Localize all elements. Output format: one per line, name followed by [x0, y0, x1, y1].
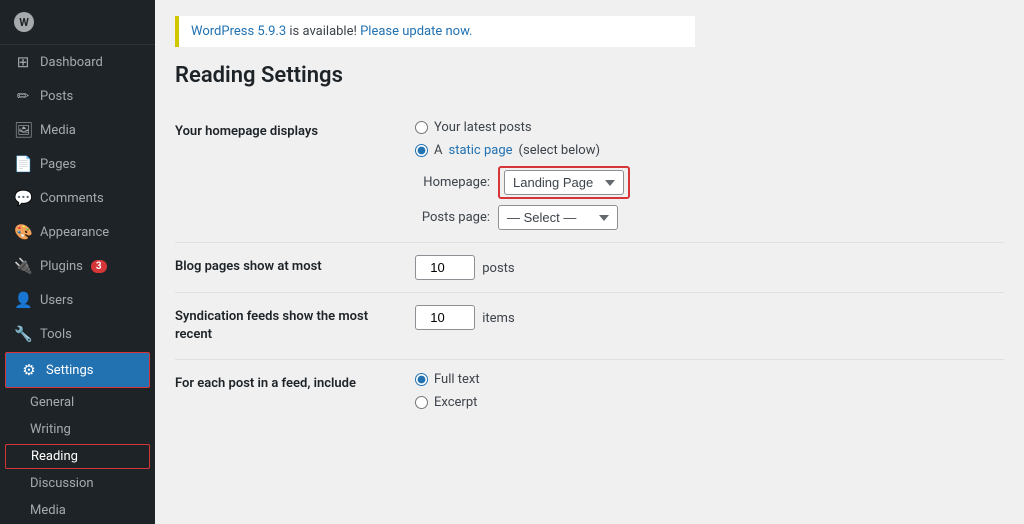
sidebar-item-label: Settings	[46, 363, 93, 378]
page-selects: Homepage: Landing Page Posts page: — Sel…	[415, 166, 994, 230]
latest-posts-option[interactable]: Your latest posts	[415, 120, 994, 135]
latest-posts-label: Your latest posts	[434, 120, 532, 135]
comments-icon: 💬	[14, 189, 32, 207]
static-page-suffix: (select below)	[519, 143, 600, 158]
wp-icon: W	[14, 12, 34, 32]
sidebar-item-comments[interactable]: 💬 Comments	[0, 181, 155, 215]
syndication-suffix: items	[482, 311, 514, 326]
homepage-displays-row: Your homepage displays Your latest posts…	[175, 108, 1004, 243]
feed-include-field: Full text Excerpt	[405, 360, 1004, 423]
settings-form-table: Your homepage displays Your latest posts…	[175, 108, 1004, 422]
version-link[interactable]: WordPress 5.9.3	[191, 24, 286, 39]
full-text-radio[interactable]	[415, 373, 428, 386]
page-title: Reading Settings	[175, 63, 1004, 88]
feed-include-row: For each post in a feed, include Full te…	[175, 360, 1004, 423]
blog-pages-input[interactable]	[415, 255, 475, 280]
plugins-badge: 3	[91, 260, 107, 273]
sidebar-item-label: Plugins	[40, 259, 83, 274]
blog-pages-suffix: posts	[482, 261, 514, 276]
static-page-prefix: A	[434, 143, 442, 158]
posts-page-field-row: Posts page: — Select —	[415, 205, 994, 230]
site-logo[interactable]: W	[0, 0, 155, 45]
appearance-icon: 🎨	[14, 223, 32, 241]
pages-icon: 📄	[14, 155, 32, 173]
excerpt-label: Excerpt	[434, 395, 477, 410]
homepage-radio-group: Your latest posts A static page (select …	[415, 120, 994, 158]
homepage-displays-label: Your homepage displays	[175, 108, 405, 243]
sidebar-sub-writing[interactable]: Writing	[0, 416, 155, 443]
settings-sub-nav: General Writing Reading Discussion Media…	[0, 389, 155, 524]
sidebar-sub-reading[interactable]: Reading	[5, 444, 150, 469]
syndication-field: items	[405, 293, 1004, 360]
syndication-label: Syndication feeds show the most recent	[175, 293, 405, 360]
blog-pages-field: posts	[405, 243, 1004, 293]
syndication-feeds-row: Syndication feeds show the most recent i…	[175, 293, 1004, 360]
homepage-field-row: Homepage: Landing Page	[415, 166, 994, 199]
latest-posts-radio[interactable]	[415, 121, 428, 134]
sidebar-sub-general[interactable]: General	[0, 389, 155, 416]
static-page-link[interactable]: static page	[448, 143, 512, 158]
users-icon: 👤	[14, 291, 32, 309]
posts-icon: ✏	[14, 87, 32, 105]
sidebar-item-label: Tools	[40, 327, 72, 342]
homepage-displays-field: Your latest posts A static page (select …	[405, 108, 1004, 243]
homepage-select-wrapper: Landing Page	[498, 166, 630, 199]
plugins-icon: 🔌	[14, 257, 32, 275]
feed-include-label: For each post in a feed, include	[175, 360, 405, 423]
sidebar-item-label: Posts	[40, 89, 73, 104]
sidebar-item-pages[interactable]: 📄 Pages	[0, 147, 155, 181]
feed-radio-group: Full text Excerpt	[415, 372, 994, 410]
static-page-radio[interactable]	[415, 144, 428, 157]
sidebar-item-media[interactable]: 🖼 Media	[0, 113, 155, 147]
media-icon: 🖼	[14, 121, 32, 139]
homepage-select[interactable]: Landing Page	[504, 170, 624, 195]
settings-icon: ⚙	[20, 361, 38, 379]
sidebar-item-label: Comments	[40, 191, 104, 206]
blog-pages-row: Blog pages show at most posts	[175, 243, 1004, 293]
update-notice: WordPress 5.9.3 is available! Please upd…	[175, 16, 695, 47]
sidebar-item-posts[interactable]: ✏ Posts	[0, 79, 155, 113]
excerpt-option[interactable]: Excerpt	[415, 395, 994, 410]
posts-page-select[interactable]: — Select —	[498, 205, 618, 230]
sidebar: W ⊞ Dashboard ✏ Posts 🖼 Media 📄 Pages 💬 …	[0, 0, 155, 524]
update-link[interactable]: Please update now.	[360, 24, 472, 39]
sidebar-sub-discussion[interactable]: Discussion	[0, 470, 155, 497]
tools-icon: 🔧	[14, 325, 32, 343]
sidebar-item-dashboard[interactable]: ⊞ Dashboard	[0, 45, 155, 79]
sidebar-item-users[interactable]: 👤 Users	[0, 283, 155, 317]
dashboard-icon: ⊞	[14, 53, 32, 71]
syndication-feeds-input[interactable]	[415, 305, 475, 330]
sidebar-item-settings[interactable]: ⚙ Settings	[5, 352, 150, 388]
full-text-option[interactable]: Full text	[415, 372, 994, 387]
sidebar-sub-media[interactable]: Media	[0, 497, 155, 524]
blog-pages-label: Blog pages show at most	[175, 243, 405, 293]
notice-message: is available!	[286, 24, 360, 39]
posts-page-field-label: Posts page:	[415, 210, 490, 225]
sidebar-item-label: Users	[40, 293, 73, 308]
sidebar-item-tools[interactable]: 🔧 Tools	[0, 317, 155, 351]
sidebar-item-label: Appearance	[40, 225, 109, 240]
excerpt-radio[interactable]	[415, 396, 428, 409]
sidebar-item-label: Pages	[40, 157, 76, 172]
main-content: WordPress 5.9.3 is available! Please upd…	[155, 0, 1024, 524]
homepage-field-label: Homepage:	[415, 175, 490, 190]
full-text-label: Full text	[434, 372, 480, 387]
sidebar-item-label: Dashboard	[40, 55, 103, 70]
sidebar-item-plugins[interactable]: 🔌 Plugins 3	[0, 249, 155, 283]
sidebar-item-label: Media	[40, 123, 76, 138]
static-page-option[interactable]: A static page (select below)	[415, 143, 994, 158]
sidebar-item-appearance[interactable]: 🎨 Appearance	[0, 215, 155, 249]
